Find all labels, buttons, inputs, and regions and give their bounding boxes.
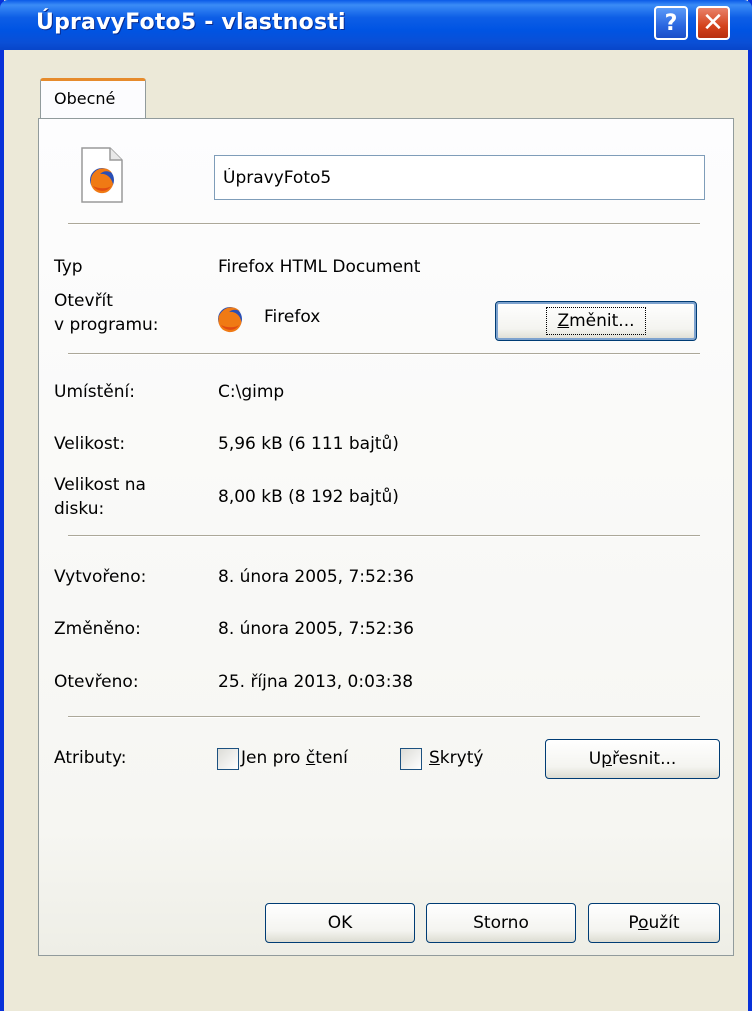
- hidden-checkbox-label[interactable]: Skrytý: [429, 746, 483, 770]
- separator: [68, 535, 700, 537]
- separator: [68, 223, 700, 225]
- close-icon: ✕: [702, 8, 724, 38]
- change-program-button[interactable]: Změnit...: [495, 301, 697, 341]
- accessed-label: Otevřeno:: [54, 672, 139, 692]
- accessed-value: 25. října 2013, 0:03:38: [218, 672, 414, 692]
- window-frame-right: [748, 0, 752, 1011]
- window-frame-left: [0, 0, 4, 1011]
- ok-button[interactable]: OK: [265, 903, 415, 943]
- file-name-input[interactable]: [214, 155, 705, 200]
- size-on-disk-label-line1: Velikost na: [54, 475, 146, 495]
- help-button[interactable]: ?: [654, 6, 688, 40]
- tab-general-label: Obecné: [54, 89, 116, 108]
- size-label: Velikost:: [54, 434, 126, 454]
- hidden-checkbox[interactable]: [400, 748, 422, 770]
- created-value: 8. února 2005, 7:52:36: [218, 567, 414, 587]
- readonly-checkbox[interactable]: [217, 748, 239, 770]
- window-title: ÚpravyFoto5 - vlastnosti: [36, 10, 346, 35]
- separator: [68, 353, 700, 355]
- type-label: Typ: [54, 257, 83, 277]
- ok-button-label: OK: [327, 913, 353, 933]
- apply-button-label: Použít: [628, 913, 680, 933]
- open-with-value: Firefox: [264, 307, 321, 327]
- location-value: C:\gimp: [218, 382, 285, 402]
- question-mark-icon: ?: [664, 10, 678, 36]
- modified-label: Změněno:: [54, 619, 141, 639]
- cancel-button[interactable]: Storno: [426, 903, 576, 943]
- readonly-checkbox-label[interactable]: Jen pro čtení: [241, 746, 348, 770]
- size-on-disk-label-line2: disku:: [54, 499, 105, 519]
- cancel-button-label: Storno: [473, 913, 529, 933]
- open-with-label-line2: v programu:: [54, 315, 159, 335]
- change-program-button-label: Změnit...: [546, 307, 646, 335]
- properties-dialog: ÚpravyFoto5 - vlastnosti ? ✕ Obecné Typ …: [0, 0, 752, 1011]
- advanced-button[interactable]: Upřesnit...: [545, 739, 720, 779]
- firefox-document-icon: [81, 147, 123, 203]
- size-on-disk-value: 8,00 kB (8 192 bajtů): [218, 487, 399, 507]
- modified-value: 8. února 2005, 7:52:36: [218, 619, 414, 639]
- location-label: Umístění:: [54, 382, 135, 402]
- tab-panel-general: [38, 118, 734, 956]
- separator: [68, 716, 700, 718]
- created-label: Vytvořeno:: [54, 567, 147, 587]
- apply-button[interactable]: Použít: [588, 903, 720, 943]
- close-button[interactable]: ✕: [696, 6, 730, 40]
- tab-general[interactable]: Obecné: [40, 78, 146, 120]
- open-with-label-line1: Otevřít: [54, 291, 113, 311]
- advanced-button-label: Upřesnit...: [588, 749, 677, 769]
- size-value: 5,96 kB (6 111 bajtů): [218, 434, 399, 454]
- attributes-label: Atributy:: [54, 748, 127, 768]
- type-value: Firefox HTML Document: [218, 257, 421, 277]
- title-bar[interactable]: ÚpravyFoto5 - vlastnosti ? ✕: [0, 0, 752, 50]
- firefox-icon: [218, 307, 242, 333]
